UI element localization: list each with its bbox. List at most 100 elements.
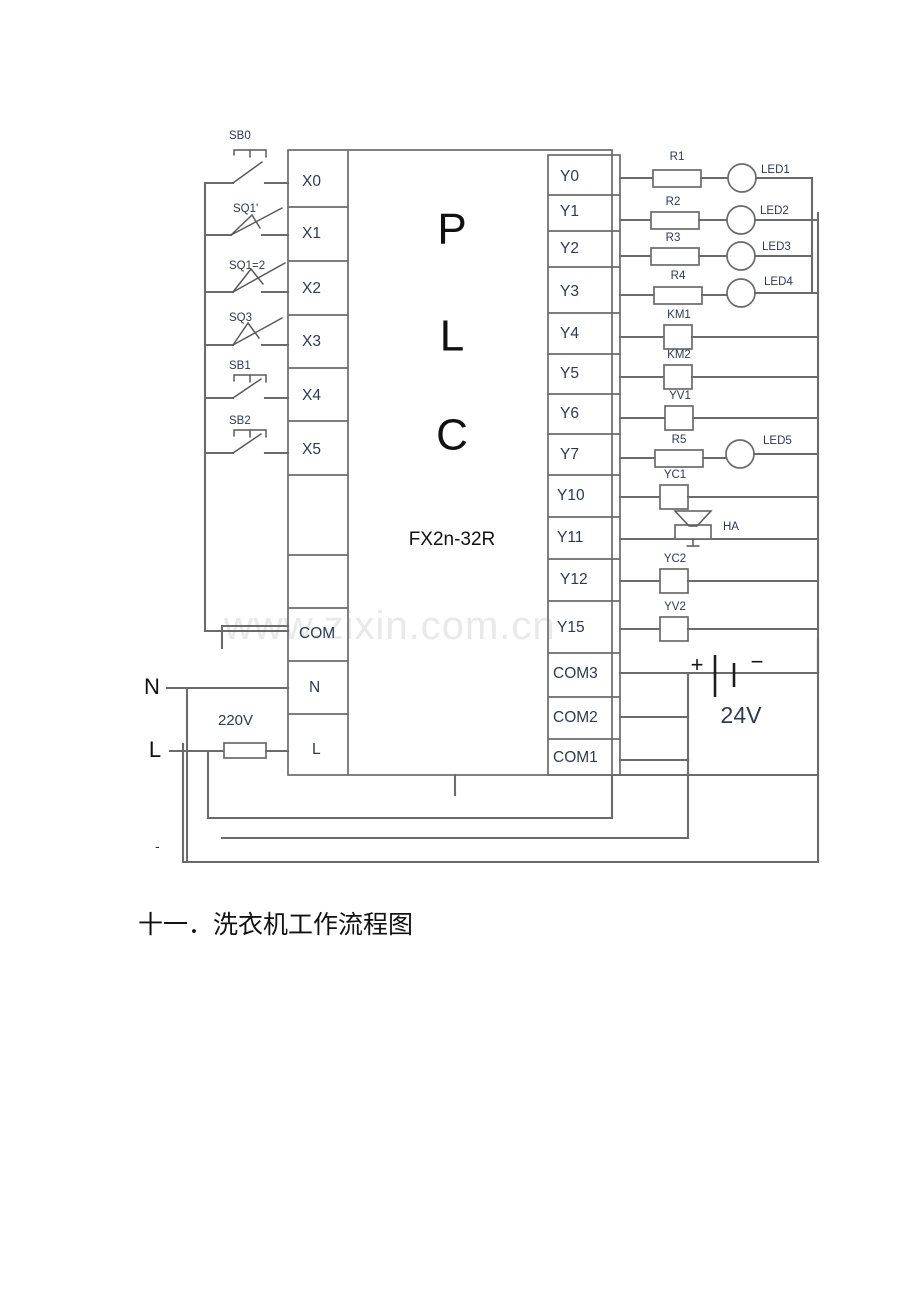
dc-plus-sign: + (691, 652, 704, 677)
coil-yv2 (659, 616, 689, 642)
fuse-symbol (223, 742, 267, 759)
resistor-r5 (654, 449, 704, 468)
lamp-led4 (726, 278, 756, 308)
output-terminal-y10: Y10 (557, 487, 585, 504)
stray-mark: - (155, 838, 160, 854)
input-terminal-x3: X3 (302, 333, 321, 350)
coil-km1 (663, 324, 693, 350)
device-label-sb1: SB1 (229, 360, 251, 372)
input-circuit-x2: SQ1=2 (203, 260, 290, 294)
input-circuit-x1: SQ1' (203, 203, 290, 237)
output-terminal-y12: Y12 (560, 571, 588, 588)
component-label-yc2: YC2 (664, 553, 686, 565)
output-bus-bars (810, 176, 820, 675)
output-terminal-y11: Y11 (557, 529, 583, 546)
output-circuit-y0: R1 LED1 (618, 151, 814, 193)
plc-wiring-diagram: P L C FX2n-32R X0 X1 X2 X3 X4 X5 COM N L… (144, 130, 820, 864)
pushbutton-symbol-sb0 (232, 149, 267, 184)
lamp-led5 (725, 439, 755, 469)
output-terminal-y2: Y2 (560, 240, 579, 257)
input-circuit-x5: SB2 (203, 415, 290, 455)
plc-letter-l: L (440, 312, 464, 361)
dc-minus-sign: − (751, 649, 764, 674)
device-label-sb0: SB0 (229, 130, 251, 142)
resistor-r4 (653, 286, 703, 305)
output-terminal-com1: COM1 (553, 749, 598, 766)
resistor-r2 (650, 211, 700, 230)
coil-yc2 (659, 568, 689, 594)
plc-model-label: FX2n-32R (409, 529, 496, 550)
component-label-r5: R5 (672, 434, 687, 446)
buzzer-symbol-ha (673, 510, 713, 547)
input-circuit-x0: SB0 (203, 130, 290, 185)
output-circuit-y2: R3 LED3 (618, 232, 814, 271)
output-circuit-y15: YV2 (618, 601, 820, 642)
coil-km2 (663, 364, 693, 390)
plc-letter-c: C (436, 411, 468, 460)
pushbutton-symbol-sb2 (232, 429, 267, 454)
ac-supply-220v: N L 220V (144, 624, 820, 864)
input-terminal-com: COM (299, 625, 335, 642)
output-terminal-y15: Y15 (557, 619, 585, 636)
output-terminal-y6: Y6 (560, 405, 579, 422)
mains-neutral-label: N (144, 674, 160, 699)
output-circuit-y12: YC2 (618, 553, 820, 594)
component-label-r4: R4 (671, 270, 686, 282)
output-terminal-y0: Y0 (560, 168, 579, 185)
plc-letter-p: P (437, 205, 466, 254)
component-label-ha: HA (723, 521, 739, 533)
output-terminal-block: Y0 Y1 Y2 Y3 Y4 Y5 Y6 Y7 Y10 Y11 Y12 Y15 … (547, 154, 621, 776)
component-label-yc1: YC1 (664, 469, 686, 481)
device-label-sq3: SQ3 (229, 312, 252, 324)
load-label-led4: LED4 (764, 276, 793, 288)
output-terminal-com3: COM3 (553, 665, 598, 682)
pushbutton-symbol-sb1 (232, 374, 267, 399)
output-terminal-y5: Y5 (560, 365, 579, 382)
output-terminal-y7: Y7 (560, 446, 579, 463)
input-common-rail (203, 181, 290, 633)
dc-voltage-label: 24V (721, 702, 763, 728)
output-terminal-y3: Y3 (560, 283, 579, 300)
component-label-r1: R1 (670, 151, 685, 163)
input-terminal-x5: X5 (302, 441, 321, 458)
lamp-led3 (726, 241, 756, 271)
output-circuit-y5: KM2 (618, 349, 820, 390)
output-circuit-y11: HA (618, 510, 820, 547)
load-label-led1: LED1 (761, 164, 790, 176)
output-terminal-y4: Y4 (560, 325, 579, 342)
input-terminal-x4: X4 (302, 387, 321, 404)
coil-yc1 (659, 484, 689, 510)
component-label-km2: KM2 (667, 349, 691, 361)
output-circuit-y7: R5 LED5 (618, 434, 820, 469)
component-label-km1: KM1 (667, 309, 691, 321)
output-circuit-y1: R2 LED2 (618, 196, 820, 235)
component-label-r3: R3 (666, 232, 681, 244)
load-label-led5: LED5 (763, 435, 792, 447)
section-caption: 十一．洗衣机工作流程图 (138, 910, 414, 939)
resistor-r1 (652, 169, 702, 188)
load-label-led3: LED3 (762, 241, 791, 253)
input-terminal-x0: X0 (302, 173, 321, 190)
mains-line-label: L (149, 737, 161, 762)
output-circuit-y3: R4 LED4 (618, 270, 820, 308)
resistor-r3 (650, 247, 700, 266)
load-label-led2: LED2 (760, 205, 789, 217)
input-terminal-n: N (309, 679, 320, 696)
mains-voltage-label: 220V (218, 712, 253, 729)
output-circuit-y6: YV1 (618, 390, 820, 431)
output-circuit-y4: KM1 (618, 309, 820, 350)
component-label-r2: R2 (666, 196, 681, 208)
input-circuit-x3: SQ3 (203, 312, 290, 347)
page-canvas: www.zixin.com.cn P L C FX2n-32R X0 X1 X2… (0, 0, 920, 1302)
output-circuit-y10: YC1 (618, 469, 820, 510)
coil-yv1 (664, 405, 694, 431)
lamp-led2 (726, 205, 756, 235)
output-terminal-y1: Y1 (560, 203, 579, 220)
input-terminal-x1: X1 (302, 225, 321, 242)
lamp-led1 (727, 163, 757, 193)
device-label-sq1-2: SQ1=2 (229, 260, 265, 272)
output-terminal-com2: COM2 (553, 709, 598, 726)
component-label-yv2: YV2 (664, 601, 686, 613)
plc-branding: P L C FX2n-32R (409, 205, 496, 550)
device-label-sq1: SQ1' (233, 203, 258, 215)
